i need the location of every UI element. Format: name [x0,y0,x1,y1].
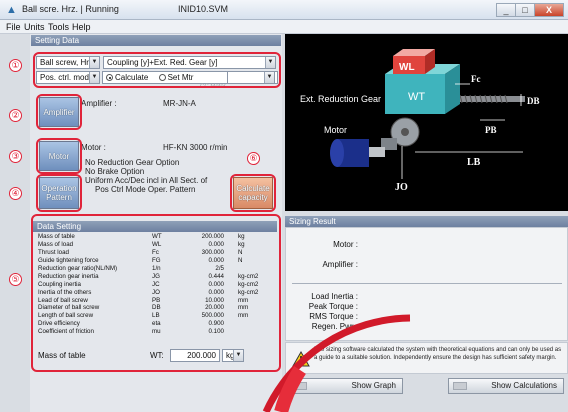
option-line: Uniform Acc/Dec incl in All Sect. of [85,176,208,185]
table-row[interactable]: Reduction gear ratio(NL/NM) 1/n 2/5 [34,265,278,273]
edit-field-symbol: WT: [150,351,164,360]
warning-panel: The sizing software calculated the syste… [285,342,568,374]
jo-label: JO [395,182,408,193]
chevron-down-icon: ▼ [233,350,243,361]
cc-motor-label: CC Motor [200,84,226,90]
motor-value: HF-KN 3000 r/min [163,143,228,152]
warning-text: The sizing software calculated the syste… [314,347,562,361]
result-rms-torque-label: RMS Torque : [309,312,358,321]
annotation-number-6: ⑥ [247,152,260,165]
edit-unit-select[interactable]: kg ▼ [222,349,244,362]
annotation-number-5: ⑤ [9,273,22,286]
motor-label-diagram: Motor [324,125,347,135]
menu-file[interactable]: File [6,22,21,32]
app-icon: ▲ [6,4,17,16]
data-setting-header: Data Setting [33,221,277,232]
option-line: No Reduction Gear Option [85,158,180,167]
chevron-down-icon: ▼ [264,72,274,83]
table-row[interactable]: Coefficient of friction mu 0.100 [34,328,278,336]
calculate-capacity-button[interactable]: Calculate capacity [233,177,273,209]
annotation-number-3: ③ [9,150,22,163]
fc-label: Fc [471,74,481,84]
chevron-down-icon: ▼ [89,72,99,83]
option-line: No Brake Option [85,167,145,176]
window-title: Ball scre. Hrz. | Running [22,4,119,14]
operation-pattern-button[interactable]: Operation Pattern [39,177,79,209]
table-row[interactable]: Mass of load WL 0.000 kg [34,241,278,249]
wl-label: WL [399,62,415,73]
db-label: DB [527,96,540,106]
result-motor-label: Motor : [333,240,358,249]
result-regen-pwr-label: Regen. Pwr : [311,322,358,331]
amplifier-label: Amplifier : [81,99,117,108]
minimize-button[interactable]: _ [496,3,516,17]
menu-bar: File Units Tools Help [0,20,568,34]
annotation-number-2: ② [9,109,22,122]
pb-label: PB [485,125,497,135]
table-row[interactable]: Reduction gear inertia JG 0.444 kg-cm2 [34,273,278,281]
radio-calculate[interactable] [106,74,113,81]
sizing-result-header: Sizing Result [285,216,568,227]
title-bar: ▲ Ball scre. Hrz. | Running INID10.SVM _… [0,0,568,20]
table-row[interactable]: Diameter of ball screw DB 20.000 mm [34,304,278,312]
menu-help[interactable]: Help [72,22,91,32]
coupling-select[interactable]: Coupling [y]+Ext. Red. Gear [y] ▼ [103,56,276,69]
chevron-down-icon: ▼ [265,57,275,68]
result-peak-torque-label: Peak Torque : [308,302,358,311]
table-row[interactable]: Length of ball screw LB 500.000 mm [34,312,278,320]
table-row[interactable]: Mass of table WT 200.000 kg [34,233,278,241]
annotation-number-1: ① [9,59,22,72]
indicator-icon [453,382,467,390]
indicator-icon [293,382,307,390]
show-graph-button[interactable]: Show Graph [288,378,403,394]
application-window: ▲ Ball scre. Hrz. | Running INID10.SVM _… [0,0,568,412]
mechanism-diagram: WT WL Fc DB PB LB JO Ext. Reduction Gear… [285,34,568,211]
result-load-inertia-label: Load Inertia : [311,292,358,301]
set-motor-select[interactable]: ▼ [227,71,275,84]
table-row[interactable]: Inertia of the others JO 0.000 kg-cm2 [34,289,278,297]
gear-label: Ext. Reduction Gear [300,94,381,104]
lb-label: LB [467,157,481,168]
divider [292,283,562,284]
table-row[interactable]: Guide tightening force FG 0.000 N [34,257,278,265]
setting-data-header: Setting Data [31,35,281,46]
menu-units[interactable]: Units [24,22,45,32]
warning-icon [292,351,310,367]
table-row[interactable]: Lead of ball screw PB 10.000 mm [34,297,278,305]
ball-screw-illustration: WT WL Fc DB PB LB JO Ext. Reduction Gear… [300,49,540,193]
edit-field-label: Mass of table [38,351,86,360]
mode-select[interactable]: Pos. ctrl. mode ▼ [36,71,100,84]
mechanism-select[interactable]: Ball screw, Hrz. ▼ [36,56,100,69]
edit-value-input[interactable]: 200.000 [170,349,220,362]
table-row[interactable]: Thrust load Fc 300.000 N [34,249,278,257]
radio-set-mtr[interactable] [158,74,166,81]
window-controls: _ □ X [496,3,564,17]
motor-button[interactable]: Motor [39,141,79,171]
annotation-number-4: ④ [9,187,22,200]
menu-tools[interactable]: Tools [48,22,69,32]
file-name: INID10.SVM [178,4,229,14]
result-amplifier-label: Amplifier : [322,260,358,269]
close-button[interactable]: X [534,3,564,17]
show-calculations-button[interactable]: Show Calculations [448,378,564,394]
chevron-down-icon: ▼ [89,57,99,68]
motor-label: Motor : [81,143,106,152]
sizing-method-group: Calculate Set Mtr ▼ [102,71,278,84]
table-row[interactable]: Drive efficiency eta 0.900 [34,320,278,328]
amplifier-value: MR-JN-A [163,99,196,108]
maximize-button[interactable]: □ [515,3,535,17]
wt-label: WT [408,91,425,103]
option-line: Pos Ctrl Mode Oper. Pattern [95,185,196,194]
table-row[interactable]: Coupling inertia JC 0.000 kg-cm2 [34,281,278,289]
sizing-result-panel: Motor : Amplifier : Load Inertia : Peak … [285,227,568,341]
data-setting-table: Mass of table WT 200.000 kg Mass of load WL 0… [34,233,278,336]
amplifier-button[interactable]: Amplifier [39,97,79,127]
